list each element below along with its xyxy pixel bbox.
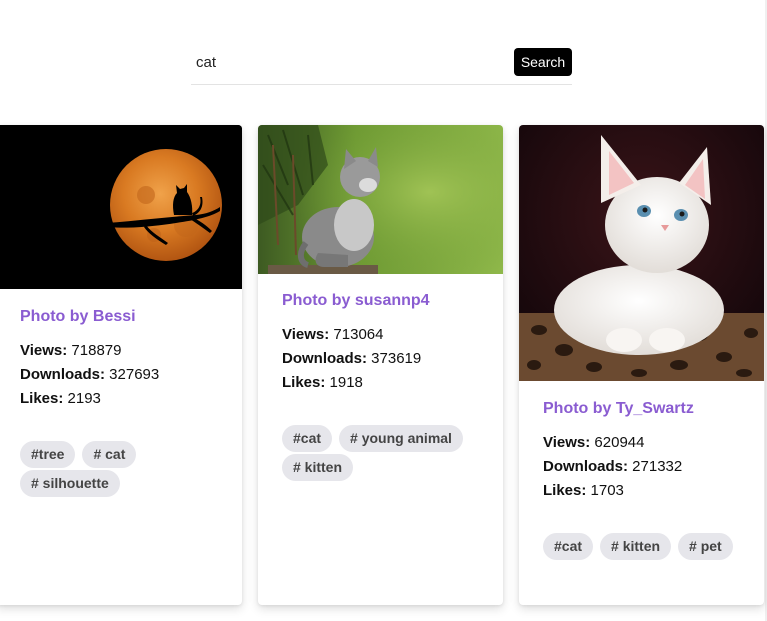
downloads-label: Downloads: (543, 458, 628, 475)
photo-image[interactable] (258, 125, 503, 274)
likes-stat: Likes: 1918 (282, 371, 479, 395)
views-label: Views: (20, 342, 68, 359)
tag-chip[interactable]: #tree (20, 441, 76, 468)
search-bar: Search (191, 47, 572, 85)
views-label: Views: (282, 326, 330, 343)
likes-value: 1918 (329, 374, 363, 391)
tag-chip[interactable]: # pet (678, 533, 733, 560)
photo-image[interactable] (519, 125, 764, 381)
tag-chip[interactable]: # young animal (339, 425, 463, 452)
downloads-stat: Downloads: 327693 (20, 363, 218, 387)
likes-stat: Likes: 2193 (20, 387, 218, 411)
page: Search (0, 0, 767, 621)
white-kitten-image (519, 125, 764, 381)
photo-card: Photo by susannp4 Views: 713064 Download… (258, 125, 503, 605)
downloads-stat: Downloads: 271332 (543, 455, 740, 479)
tag-list: #cat # young animal # kitten (282, 425, 482, 481)
tag-chip[interactable]: # silhouette (20, 470, 120, 497)
tag-chip[interactable]: #cat (543, 533, 594, 560)
photo-author[interactable]: Photo by Ty_Swartz (543, 400, 740, 418)
likes-label: Likes: (282, 374, 326, 391)
downloads-value: 271332 (632, 458, 683, 475)
likes-label: Likes: (543, 482, 587, 499)
tag-chip[interactable]: # cat (82, 441, 137, 468)
downloads-label: Downloads: (282, 350, 367, 367)
likes-label: Likes: (20, 390, 64, 407)
downloads-label: Downloads: (20, 366, 105, 383)
downloads-value: 373619 (371, 350, 422, 367)
likes-value: 2193 (67, 390, 101, 407)
views-stat: Views: 718879 (20, 339, 218, 363)
photo-card: Photo by Ty_Swartz Views: 620944 Downloa… (519, 125, 764, 605)
tag-list: #tree # cat # silhouette (20, 441, 220, 497)
views-label: Views: (543, 434, 591, 451)
photo-author[interactable]: Photo by Bessi (20, 308, 218, 326)
tag-chip[interactable]: # kitten (600, 533, 672, 560)
moon-cat-silhouette-image (0, 125, 242, 289)
downloads-value: 327693 (109, 366, 160, 383)
views-stat: Views: 713064 (282, 323, 479, 347)
tag-chip[interactable]: # kitten (282, 454, 354, 481)
likes-stat: Likes: 1703 (543, 479, 740, 503)
tag-chip[interactable]: #cat (282, 425, 333, 452)
views-stat: Views: 620944 (543, 431, 740, 455)
photo-image[interactable] (0, 125, 242, 289)
photo-card: Photo by Bessi Views: 718879 Downloads: … (0, 125, 242, 605)
views-value: 620944 (594, 434, 645, 451)
photo-author[interactable]: Photo by susannp4 (282, 292, 479, 310)
tag-list: #cat # kitten # pet (543, 533, 743, 560)
likes-value: 1703 (590, 482, 624, 499)
views-value: 718879 (71, 342, 122, 359)
search-button[interactable]: Search (514, 48, 572, 76)
views-value: 713064 (333, 326, 384, 343)
downloads-stat: Downloads: 373619 (282, 347, 479, 371)
kitten-on-branch-image (258, 125, 503, 274)
search-input[interactable] (191, 47, 506, 77)
